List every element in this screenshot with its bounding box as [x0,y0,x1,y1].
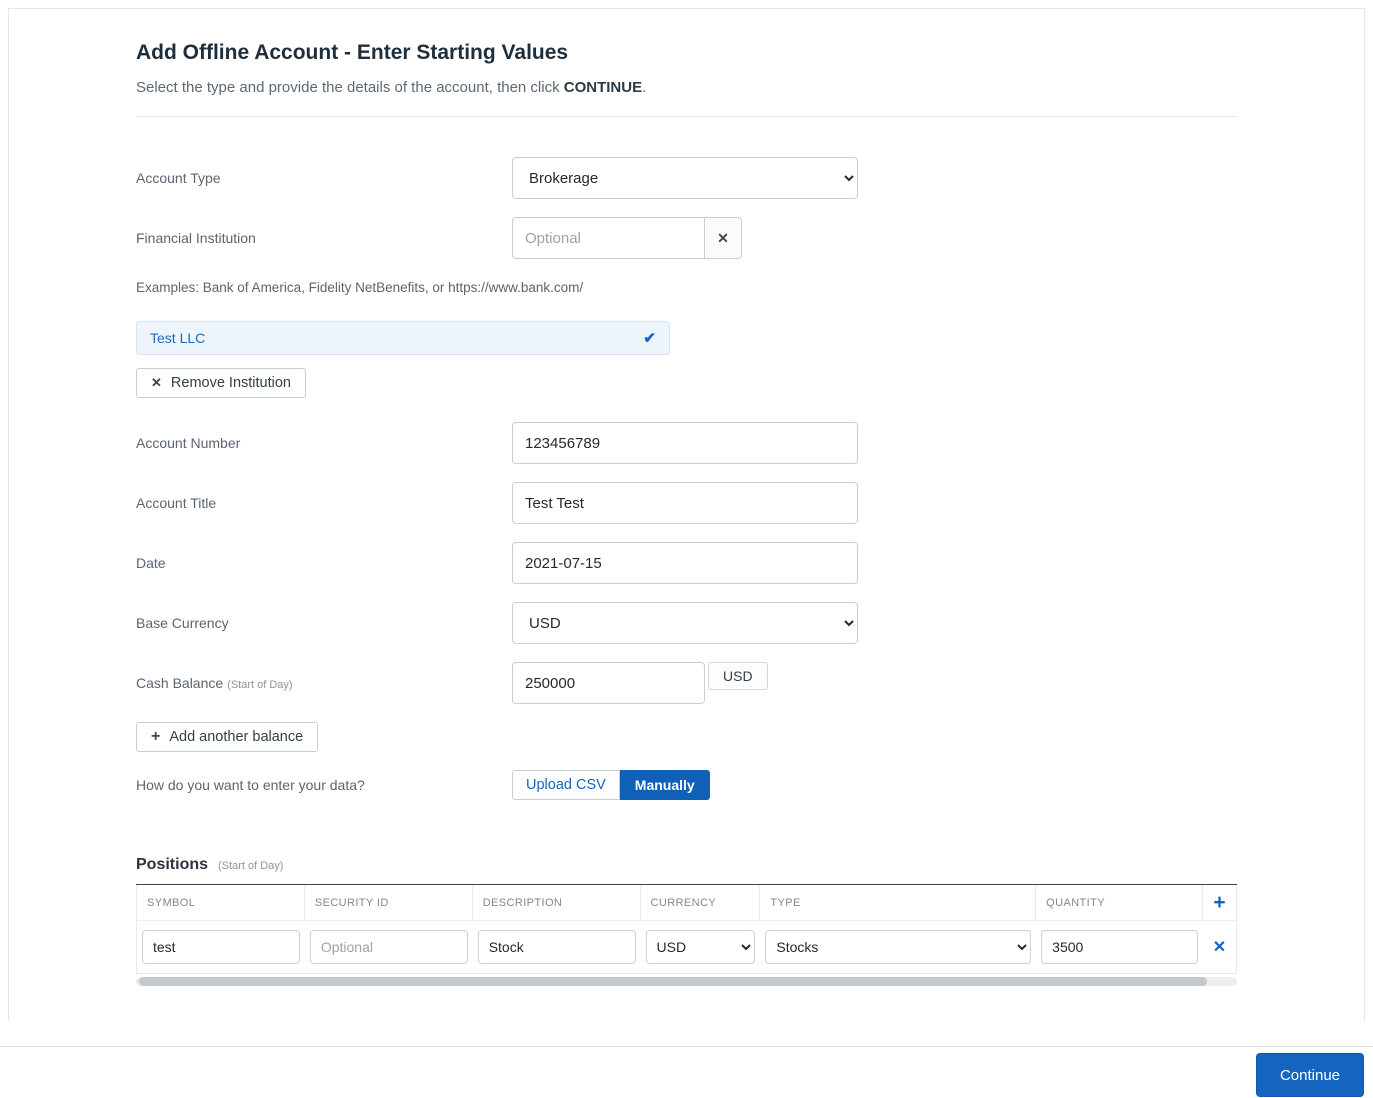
column-header-security-id: SECURITY ID [305,885,473,920]
scrollbar-thumb[interactable] [139,977,1207,986]
date-row: Date [136,542,1237,584]
account-type-select[interactable]: Brokerage [512,157,858,199]
positions-section: Positions (Start of Day) SYMBOL SECURITY… [136,856,1237,986]
add-another-balance-button[interactable]: + Add another balance [136,722,319,752]
symbol-input[interactable] [142,930,300,964]
column-header-type: TYPE [760,885,1037,920]
column-header-actions: + [1203,885,1236,920]
subtitle-text: Select the type and provide the details … [136,79,564,96]
positions-table-header: SYMBOL SECURITY ID DESCRIPTION CURRENCY … [137,885,1236,921]
cash-balance-sublabel: (Start of Day) [227,679,293,691]
description-input[interactable] [477,930,636,964]
symbol-cell [137,930,305,964]
financial-institution-row: Financial Institution ✕ [136,217,1237,259]
subtitle-continue-keyword: CONTINUE [563,79,643,96]
base-currency-select[interactable]: USD [512,602,858,644]
positions-title: Positions [136,856,209,873]
financial-institution-input[interactable] [512,217,705,259]
plus-icon: + [151,728,161,745]
account-number-row: Account Number [136,422,1237,464]
upload-csv-button[interactable]: Upload CSV [512,770,620,800]
cash-balance-input[interactable] [512,662,705,704]
currency-select[interactable]: USD [645,930,756,964]
data-entry-row: How do you want to enter your data? Uplo… [136,770,1237,800]
subtitle-period: . [642,79,647,96]
quantity-input[interactable] [1041,930,1199,964]
security-id-input[interactable] [309,930,468,964]
type-cell: Stocks [760,930,1036,964]
column-header-description: DESCRIPTION [473,885,641,920]
footer: Continue [0,1046,1373,1097]
close-icon: ✕ [151,375,162,390]
quantity-cell [1036,930,1203,964]
add-offline-account-panel: Add Offline Account - Enter Starting Val… [8,8,1365,1021]
account-title-label: Account Title [136,495,217,511]
financial-institution-group: ✕ [512,217,742,259]
base-currency-row: Base Currency USD [136,602,1237,644]
plus-icon: + [1213,890,1226,914]
column-header-currency: CURRENCY [641,885,761,920]
remove-institution-label: Remove Institution [170,375,291,391]
close-icon: ✕ [717,229,729,246]
type-select[interactable]: Stocks [765,930,1032,964]
position-row: USD Stocks ✕ [137,921,1236,973]
page-subtitle: Select the type and provide the details … [136,79,1237,96]
financial-institution-label: Financial Institution [136,230,256,246]
positions-sublabel: (Start of Day) [218,860,284,872]
examples-text: Examples: Bank of America, Fidelity NetB… [136,280,584,295]
account-type-label: Account Type [136,170,221,186]
header-divider [136,116,1237,117]
check-icon: ✔ [643,330,656,347]
selected-institution-item[interactable]: Test LLC ✔ [136,321,670,355]
close-icon: ✕ [1212,939,1227,956]
data-entry-label: How do you want to enter your data? [136,777,365,793]
positions-table: SYMBOL SECURITY ID DESCRIPTION CURRENCY … [136,885,1237,974]
security-id-cell [305,930,473,964]
account-number-label: Account Number [136,435,241,451]
clear-institution-button[interactable]: ✕ [705,217,742,259]
cash-balance-label-text: Cash Balance [136,675,224,691]
account-title-input[interactable] [512,482,858,524]
manually-button[interactable]: Manually [619,770,710,800]
add-position-button[interactable]: + [1207,890,1231,916]
cash-balance-label: Cash Balance (Start of Day) [136,675,512,691]
date-label: Date [136,555,166,571]
account-type-row: Account Type Brokerage [136,157,1237,199]
row-actions-cell: ✕ [1203,936,1236,958]
panel-content: Add Offline Account - Enter Starting Val… [136,41,1237,986]
page-title: Add Offline Account - Enter Starting Val… [136,41,569,64]
institution-name: Test LLC [150,330,206,346]
delete-position-button[interactable]: ✕ [1207,936,1232,958]
account-number-input[interactable] [512,422,858,464]
continue-button[interactable]: Continue [1255,1053,1364,1097]
data-entry-toggle: Upload CSV Manually [512,770,710,800]
currency-cell: USD [641,930,761,964]
column-header-symbol: SYMBOL [137,885,305,920]
cash-balance-row: Cash Balance(Start of Day) USD [136,662,1237,704]
column-header-quantity: QUANTITY [1036,885,1203,920]
cash-balance-group: USD [512,662,768,704]
horizontal-scrollbar[interactable] [136,977,1237,986]
description-cell [473,930,641,964]
date-input[interactable] [512,542,858,584]
positions-header: Positions (Start of Day) [136,856,1237,874]
page: Add Offline Account - Enter Starting Val… [0,0,1373,1098]
account-title-row: Account Title [136,482,1237,524]
remove-institution-button[interactable]: ✕ Remove Institution [136,368,306,398]
cash-balance-currency-badge: USD [708,662,768,690]
base-currency-label: Base Currency [136,615,229,631]
add-another-balance-label: Add another balance [169,729,304,745]
